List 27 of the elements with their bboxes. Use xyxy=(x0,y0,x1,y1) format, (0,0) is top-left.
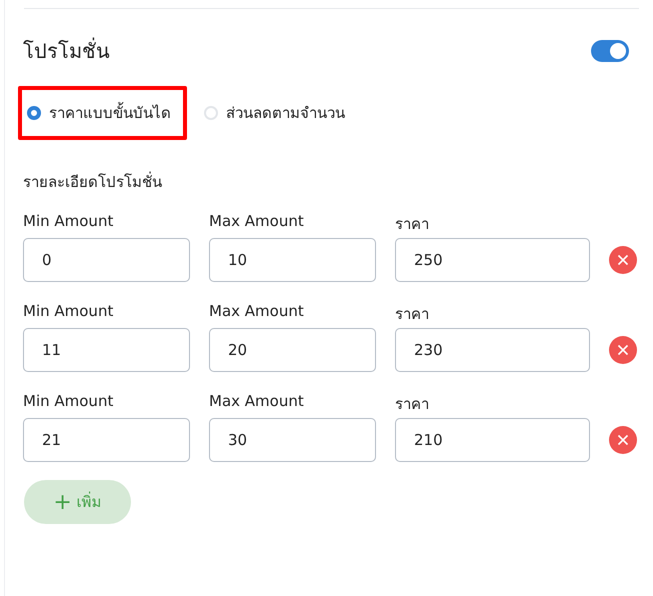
field-label: Max Amount xyxy=(209,392,305,410)
toggle-switch[interactable] xyxy=(591,40,629,62)
remove-icon[interactable] xyxy=(609,426,637,454)
input-field[interactable]: 10 xyxy=(209,238,376,282)
radio-button[interactable] xyxy=(27,106,41,120)
input-field[interactable]: 230 xyxy=(395,328,590,372)
input-field[interactable]: 210 xyxy=(395,418,590,462)
field-label: Min Amount xyxy=(23,302,114,320)
field-label: Max Amount xyxy=(209,212,305,230)
input-field[interactable]: 21 xyxy=(23,418,190,462)
input-field[interactable]: 0 xyxy=(23,238,190,282)
field-label: ราคา xyxy=(395,304,430,320)
field-label: ราคา xyxy=(395,214,430,230)
section-title: โปรโมชั่น xyxy=(23,36,110,65)
input-field[interactable]: 20 xyxy=(209,328,376,372)
radio-label[interactable]: ส่วนลดตามจำนวน xyxy=(226,101,345,125)
input-field[interactable]: 250 xyxy=(395,238,590,282)
input-field[interactable]: 30 xyxy=(209,418,376,462)
field-label: ราคา xyxy=(395,394,430,410)
section-subtitle: รายละเอียดโปรโมชั่น xyxy=(23,170,163,192)
remove-icon[interactable] xyxy=(609,246,637,274)
remove-icon[interactable] xyxy=(609,336,637,364)
field-label: Max Amount xyxy=(209,302,305,320)
field-label: Min Amount xyxy=(23,392,114,410)
radio-label[interactable]: ราคาแบบขั้นบันได xyxy=(49,101,171,125)
field-label: Min Amount xyxy=(23,212,114,230)
input-field[interactable]: 11 xyxy=(23,328,190,372)
